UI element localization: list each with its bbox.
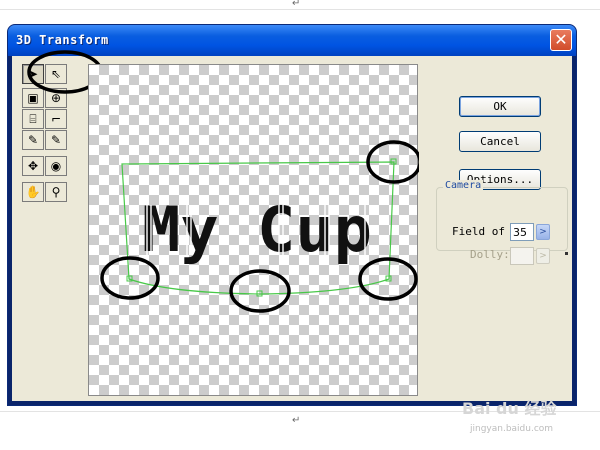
dolly-input[interactable] xyxy=(510,247,534,265)
paragraph-mark-bottom: ↵ xyxy=(292,415,301,426)
field-of-view-input[interactable] xyxy=(510,223,534,241)
pen-add-icon: ✎ xyxy=(27,133,39,147)
watermark-url: jingyan.baidu.com xyxy=(470,424,554,434)
window-title: 3D Transform xyxy=(16,33,109,47)
field-of-view-spinner[interactable]: > xyxy=(536,224,550,240)
watermark-brand: Bai du 经验 xyxy=(462,399,557,418)
ok-button[interactable]: OK xyxy=(459,96,541,117)
rotate-tool-button[interactable]: ✥ xyxy=(22,156,44,176)
hand-icon: ✋ xyxy=(25,185,41,199)
rotate-icon: ✥ xyxy=(27,159,39,173)
zoom-icon: ⚲ xyxy=(51,185,61,199)
zoom-tool-button[interactable]: ⚲ xyxy=(45,182,67,202)
orbit-tool-button[interactable]: ◉ xyxy=(45,156,67,176)
dialog-window: 3D Transform ✕ ➤ ⇖ ▣ ⊕ ⌸ ⌐ ✎ ✎ ✥ ◉ ✋ ⚲ M… xyxy=(8,25,576,405)
canvas-word-art: My Cup xyxy=(142,193,372,266)
field-of-view-label: Field of xyxy=(452,225,505,238)
dolly-label: Dolly: xyxy=(470,248,510,261)
hand-tool-button[interactable]: ✋ xyxy=(22,182,44,202)
page-border-top xyxy=(0,9,600,10)
annotation-circle-bottom-left xyxy=(100,256,160,300)
cancel-button[interactable]: Cancel xyxy=(459,131,541,152)
chevron-right-icon: > xyxy=(539,251,547,261)
chevron-right-icon: > xyxy=(539,227,547,237)
close-button[interactable]: ✕ xyxy=(550,29,572,51)
pen-remove-icon: ✎ xyxy=(50,133,62,147)
canvas-artwork: My Cup xyxy=(100,140,419,313)
camera-group: Camera xyxy=(436,180,568,251)
camera-group-label: Camera xyxy=(443,180,484,191)
pen-add-tool-button[interactable]: ✎ xyxy=(22,130,44,150)
orbit-icon: ◉ xyxy=(50,159,62,173)
close-x-icon: ✕ xyxy=(554,30,568,49)
field-of-view-indicator xyxy=(565,252,568,255)
paragraph-mark-top: ↵ xyxy=(292,0,301,9)
title-bar[interactable]: 3D Transform ✕ xyxy=(8,25,576,56)
preview-canvas[interactable]: My Cup xyxy=(88,64,419,396)
dolly-spinner[interactable]: > xyxy=(536,248,550,264)
dialog-client-area: ➤ ⇖ ▣ ⊕ ⌸ ⌐ ✎ ✎ ✥ ◉ ✋ ⚲ My Cup OK Cancel… xyxy=(12,50,572,401)
pen-remove-tool-button[interactable]: ✎ xyxy=(45,130,67,150)
